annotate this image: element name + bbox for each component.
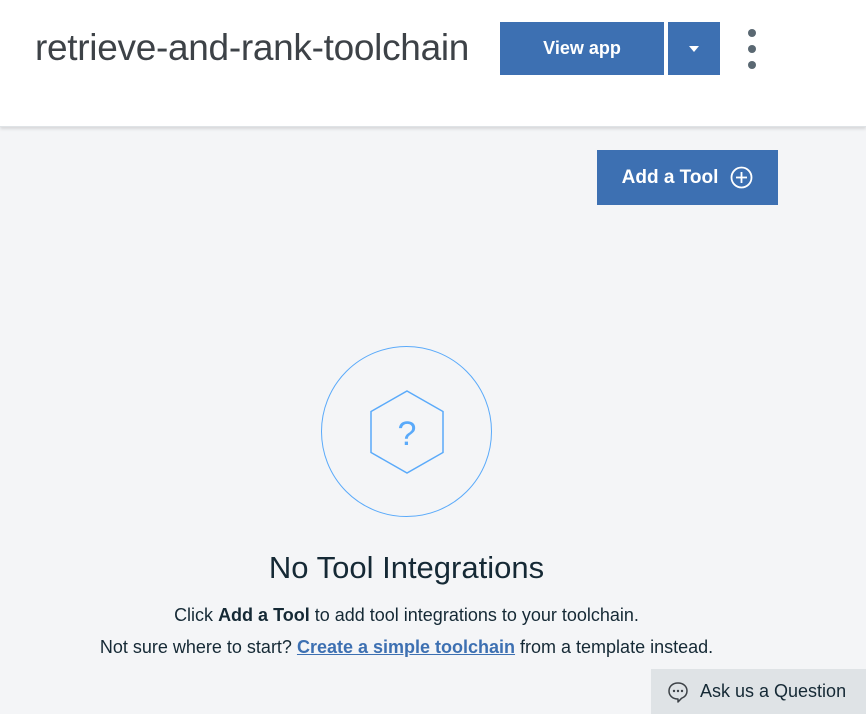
hint-text: from a template instead. [515, 637, 714, 657]
empty-state-illustration: ? [321, 346, 492, 517]
kebab-dot [748, 29, 756, 37]
kebab-dot [748, 45, 756, 53]
view-app-button[interactable]: View app [500, 22, 664, 75]
add-tool-button[interactable]: Add a Tool [597, 150, 778, 205]
page-header: retrieve-and-rank-toolchain View app [0, 0, 866, 127]
empty-state-hint: Not sure where to start? Create a simple… [0, 637, 813, 658]
ask-question-label: Ask us a Question [700, 681, 847, 701]
svg-text:?: ? [397, 415, 416, 453]
hint-text: Not sure where to start? [99, 637, 297, 657]
chat-bubble-icon [668, 681, 688, 703]
empty-state-description: Click Add a Tool to add tool integration… [0, 605, 813, 626]
plus-circle-icon [730, 166, 753, 189]
add-tool-label: Add a Tool [621, 166, 719, 188]
kebab-dot [748, 61, 756, 69]
create-simple-toolchain-link[interactable]: Create a simple toolchain [297, 637, 515, 657]
empty-state-title: No Tool Integrations [268, 550, 545, 585]
description-bold-text: Add a Tool [218, 605, 310, 625]
description-text: to add tool integrations to your toolcha… [309, 605, 639, 625]
kebab-menu-icon[interactable] [738, 26, 766, 72]
description-text: Click [174, 605, 219, 625]
caret-down-icon [689, 45, 699, 52]
ask-question-button[interactable]: Ask us a Question [651, 669, 866, 714]
view-app-dropdown-button[interactable] [668, 22, 720, 75]
page-title: retrieve-and-rank-toolchain [35, 27, 470, 68]
question-hexagon-icon: ? [369, 389, 444, 474]
